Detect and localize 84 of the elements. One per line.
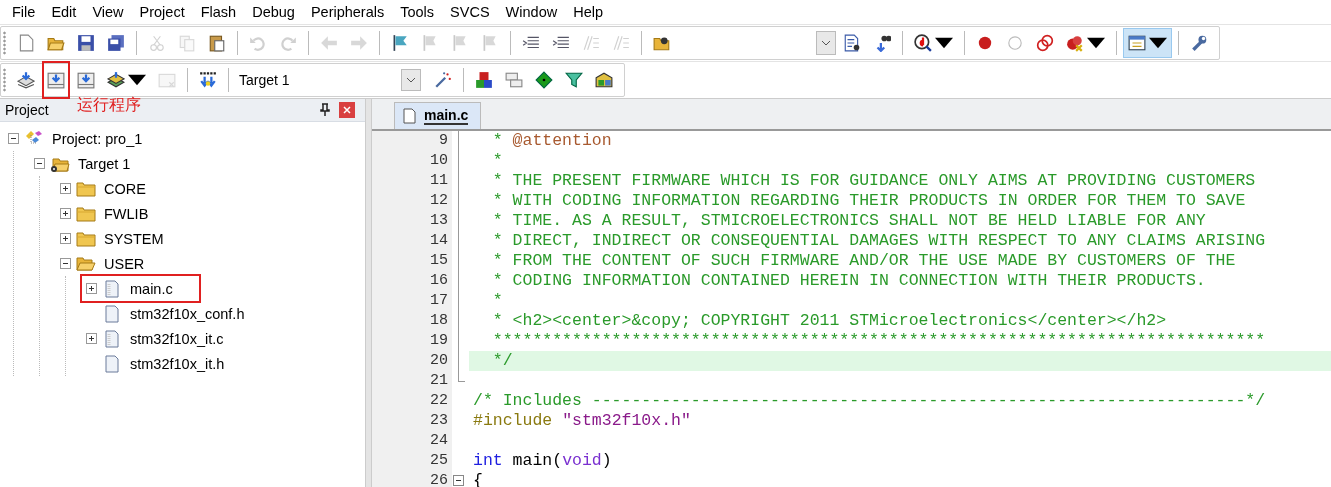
line-number: 10: [372, 151, 452, 171]
line-number: 16: [372, 271, 452, 291]
expand-icon[interactable]: [60, 183, 71, 194]
line-number: 20: [372, 351, 452, 371]
code-line: * DIRECT, INDIRECT OR CONSEQUENTIAL DAMAGES WITH RESPECT TO ANY CLAIMS ARISING: [491, 231, 1267, 251]
expand-icon[interactable]: [60, 208, 71, 219]
pin-icon[interactable]: [319, 103, 331, 117]
tree-item[interactable]: stm32f10x_it.c: [130, 330, 224, 347]
tree-item[interactable]: CORE: [104, 180, 146, 197]
close-button[interactable]: [339, 102, 355, 118]
menu-item[interactable]: Flash: [192, 4, 245, 20]
annotation-label: 运行程序: [77, 95, 141, 115]
line-number: 19: [372, 331, 452, 351]
code-line: * FROM THE CONTENT OF SUCH FIRMWARE AND/OR THE USE MADE BY CUSTOMERS OF THE: [491, 251, 1237, 271]
tree-item[interactable]: main.c: [130, 280, 173, 297]
close-icon: [343, 106, 351, 114]
code-line: * TIME. AS A RESULT, STMICROELECTRONICS SHALL NOT BE HELD LIABLE FOR ANY: [491, 211, 1207, 231]
line-number: 11: [372, 171, 452, 191]
tree-item[interactable]: SYSTEM: [104, 230, 164, 247]
file-icon: [102, 304, 122, 323]
line-number: 13: [372, 211, 452, 231]
toolbar-grip[interactable]: [3, 31, 6, 55]
code-line: *: [491, 151, 504, 171]
chevron-icon: [406, 77, 416, 83]
code-line: /* Includes ------------------------------------------------------------------*/: [472, 391, 1267, 411]
tree-item[interactable]: Target 1: [78, 155, 131, 172]
menu-item[interactable]: File: [4, 4, 44, 20]
menu-item[interactable]: SVCS: [442, 4, 498, 20]
target-dropdown[interactable]: Target 1: [239, 68, 421, 92]
collapse-icon[interactable]: [60, 258, 71, 269]
tree-item[interactable]: USER: [104, 255, 145, 272]
tree-item[interactable]: stm32f10x_it.h: [130, 355, 225, 372]
expand-icon[interactable]: [60, 233, 71, 244]
line-number: 18: [372, 311, 452, 331]
folder-icon: [76, 229, 96, 248]
expand-icon[interactable]: [86, 283, 97, 294]
line-number: 21: [372, 371, 452, 391]
source-file-icon: [102, 329, 122, 348]
folder-icon: [76, 179, 96, 198]
tree-item[interactable]: stm32f10x_conf.h: [130, 305, 245, 322]
chevron-icon: [821, 40, 831, 46]
code-line: * CODING INFORMATION CONTAINED HEREIN IN CONNECTION WITH THEIR PRODUCTS.: [491, 271, 1207, 291]
build-download-button[interactable]: [42, 61, 70, 99]
toolbar-grip[interactable]: [3, 68, 6, 92]
line-number: 23: [372, 411, 452, 431]
folder-icon: [76, 204, 96, 223]
collapse-icon[interactable]: [34, 158, 45, 169]
menu-item[interactable]: Project: [131, 4, 193, 20]
line-number: 15: [372, 251, 452, 271]
code-line: *: [491, 291, 504, 311]
expand-icon[interactable]: [86, 333, 97, 344]
line-number: 26: [372, 471, 452, 487]
line-number: 17: [372, 291, 452, 311]
menu-item[interactable]: Peripherals: [302, 4, 393, 20]
file-icon: [403, 108, 416, 124]
collapse-icon[interactable]: [453, 475, 464, 486]
line-number: 9: [372, 131, 452, 151]
open-folder-icon: [76, 254, 96, 273]
code-line: ******************************************************************************: [491, 331, 1267, 351]
tree-item[interactable]: FWLIB: [104, 205, 149, 222]
file-icon: [102, 354, 122, 373]
menu-item[interactable]: Window: [497, 4, 566, 20]
code-line: * WITH CODING INFORMATION REGARDING THEIR PRODUCTS IN ORDER FOR THEM TO SAVE: [491, 191, 1247, 211]
code-line: * <h2><center>&copy; COPYRIGHT 2011 STMicroelectronics</center></h2>: [491, 311, 1168, 331]
menu-item[interactable]: Help: [565, 4, 611, 20]
file-tab[interactable]: main.c: [394, 102, 482, 129]
code-line: * THE PRESENT FIRMWARE WHICH IS FOR GUIDANCE ONLY AIMS AT PROVIDING CUSTOMERS: [491, 171, 1257, 191]
menu-item[interactable]: Edit: [43, 4, 85, 20]
menu-item[interactable]: View: [84, 4, 132, 20]
menu-item[interactable]: Debug: [244, 4, 303, 20]
source-file-icon: [102, 279, 122, 298]
line-number: 24: [372, 431, 452, 451]
collapse-icon[interactable]: [8, 133, 19, 144]
code-line: * @attention: [491, 131, 613, 151]
line-number: 22: [372, 391, 452, 411]
line-number: 25: [372, 451, 452, 471]
line-number: 14: [372, 231, 452, 251]
window-list-button[interactable]: [1123, 28, 1172, 58]
code-line: int main(void): [472, 451, 613, 471]
panel-title: Project: [5, 102, 49, 118]
tree-item[interactable]: Project: pro_1: [52, 130, 143, 147]
menu-item[interactable]: Tools: [392, 4, 443, 20]
line-number: 12: [372, 191, 452, 211]
code-line: #include "stm32f10x.h": [472, 411, 692, 431]
